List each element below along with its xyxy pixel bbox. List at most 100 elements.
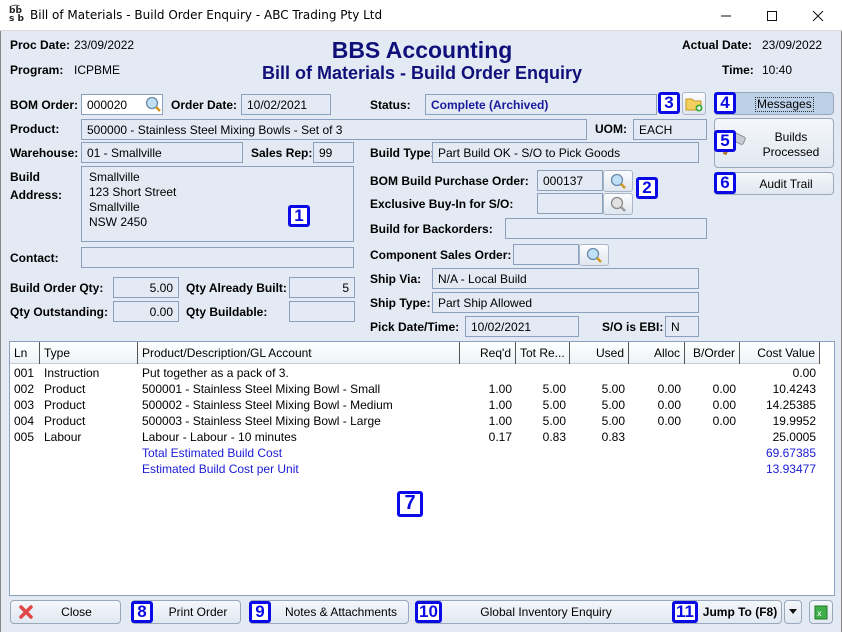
qty-buildable-label: Qty Buildable: (186, 305, 268, 319)
cell-cost: 14.25385 (765, 398, 816, 412)
cell-ln: 002 (14, 382, 35, 396)
marker-5: 5 (714, 130, 736, 152)
qty-already-built-label: Qty Already Built: (186, 281, 287, 295)
jump-to-dropdown[interactable] (784, 600, 802, 624)
magnifier-icon (610, 173, 626, 189)
product-field: 500000 - Stainless Steel Mixing Bowls - … (81, 119, 587, 140)
table-header: Ln Type Product/Description/GL Account R… (10, 342, 820, 364)
contact-label: Contact: (10, 251, 59, 265)
exclusive-buyin-lookup-button[interactable] (603, 193, 633, 215)
marker-7: 7 (397, 491, 423, 517)
table-row[interactable]: 004 Product 500003 - Stainless Steel Mixin… (10, 413, 820, 429)
col-cost-value[interactable]: Cost Value (740, 342, 820, 364)
ship-type-field: Part Ship Allowed (432, 292, 699, 313)
cell-type: Product (44, 382, 86, 396)
cell-ln: 003 (14, 398, 35, 412)
build-backorders-field (505, 218, 707, 239)
product-label: Product: (10, 122, 60, 136)
col-used[interactable]: Used (570, 342, 629, 364)
uom-label: UOM: (595, 122, 627, 136)
col-description[interactable]: Product/Description/GL Account (138, 342, 460, 364)
col-alloc[interactable]: Alloc (629, 342, 685, 364)
cell-alloc: 0.00 (657, 414, 681, 428)
cell-desc: 500002 - Stainless Steel Mixing Bowl - M… (142, 398, 393, 412)
cell-desc: Labour - Labour - 10 minutes (142, 430, 297, 444)
build-order-qty-label: Build Order Qty: (10, 281, 104, 295)
folder-add-icon (685, 98, 703, 111)
global-inventory-button[interactable]: Global Inventory Enquiry (415, 600, 677, 624)
table-row[interactable]: 002 Product 500001 - Stainless Steel Mixin… (10, 381, 820, 397)
cell-type: Labour (44, 430, 82, 444)
exclusive-buyin-label: Exclusive Buy-In for S/O: (370, 197, 514, 211)
so-is-ebi-field: N (665, 316, 699, 337)
svg-text:x: x (817, 609, 822, 618)
cell-reqd: 1.00 (488, 414, 512, 428)
marker-1: 1 (288, 205, 310, 227)
marker-11: 11 (672, 601, 698, 623)
total-label: Estimated Build Cost per Unit (142, 462, 299, 476)
add-attachment-button[interactable] (682, 92, 706, 115)
audit-trail-label: Audit Trail (759, 177, 813, 191)
pick-date-label: Pick Date/Time: (370, 320, 460, 334)
bom-po-lookup-button[interactable] (603, 170, 633, 192)
build-type-label: Build Type: (370, 146, 435, 160)
col-border[interactable]: B/Order (685, 342, 740, 364)
sales-rep-label: Sales Rep: (251, 146, 313, 160)
component-so-field (513, 244, 579, 265)
cell-totreq: 0.83 (542, 430, 566, 444)
total-value: 69.67385 (765, 446, 816, 460)
component-so-lookup-button[interactable] (579, 244, 609, 266)
jump-to-label: Jump To (F8) (702, 605, 778, 619)
bom-po-label: BOM Build Purchase Order: (370, 174, 529, 188)
cell-used: 5.00 (601, 382, 625, 396)
marker-2: 2 (636, 177, 658, 199)
close-button[interactable]: Close (10, 600, 121, 624)
cell-totreq: 5.00 (542, 382, 566, 396)
ship-type-label: Ship Type: (370, 296, 431, 310)
marker-9: 9 (249, 601, 271, 623)
cell-used: 5.00 (601, 414, 625, 428)
warehouse-label: Warehouse: (10, 146, 79, 160)
export-excel-button[interactable]: x (809, 600, 833, 624)
cell-cost: 10.4243 (772, 382, 816, 396)
order-date-field: 10/02/2021 (241, 94, 331, 115)
marker-4: 4 (714, 92, 736, 114)
col-tot-reqd[interactable]: Tot Re... (516, 342, 570, 364)
notes-attachments-button[interactable]: Notes & Attachments (249, 600, 409, 624)
table-row[interactable]: 005 Labour Labour - Labour - 10 minutes 0.1… (10, 429, 820, 445)
contact-field (81, 247, 354, 268)
col-ln[interactable]: Ln (10, 342, 40, 364)
qty-outstanding-field: 0.00 (113, 301, 179, 322)
total-value: 13.93477 (765, 462, 816, 476)
ship-via-label: Ship Via: (370, 272, 422, 286)
totals-row: Total Estimated Build Cost 69.67385 (10, 445, 820, 461)
cell-desc: 500003 - Stainless Steel Mixing Bowl - L… (142, 414, 381, 428)
maximize-button[interactable] (749, 0, 795, 31)
build-address-label-2: Address: (10, 188, 63, 202)
uom-field: EACH (633, 119, 707, 140)
col-type[interactable]: Type (40, 342, 138, 364)
col-reqd[interactable]: Req'd (460, 342, 516, 364)
cell-totreq: 5.00 (542, 398, 566, 412)
table-row[interactable]: 001 Instruction Put together as a pack of … (10, 365, 820, 381)
order-date-label: Order Date: (171, 98, 238, 112)
cell-reqd: 1.00 (488, 382, 512, 396)
cell-used: 0.83 (601, 430, 625, 444)
minimize-button[interactable] (703, 0, 749, 31)
screen-title: Bill of Materials - Build Order Enquiry (261, 63, 583, 83)
cell-reqd (460, 365, 516, 381)
time-value: 10:40 (762, 63, 793, 77)
qty-outstanding-label: Qty Outstanding: (10, 305, 108, 319)
cell-reqd: 0.17 (488, 430, 512, 444)
cell-type: Product (44, 414, 86, 428)
cell-cost: 0.00 (792, 366, 816, 380)
build-type-field: Part Build OK - S/O to Pick Goods (432, 142, 699, 163)
ship-via-field: N/A - Local Build (432, 268, 699, 289)
bom-order-lookup-button[interactable] (143, 94, 163, 114)
close-icon (812, 10, 824, 21)
bottom-toolbar: Close Print Order 8 Notes & Attachments … (1, 600, 842, 632)
close-window-button[interactable] (795, 0, 841, 31)
cell-border: 0.00 (712, 382, 736, 396)
table-row[interactable]: 003 Product 500002 - Stainless Steel Mixin… (10, 397, 820, 413)
chevron-down-icon (789, 609, 797, 614)
